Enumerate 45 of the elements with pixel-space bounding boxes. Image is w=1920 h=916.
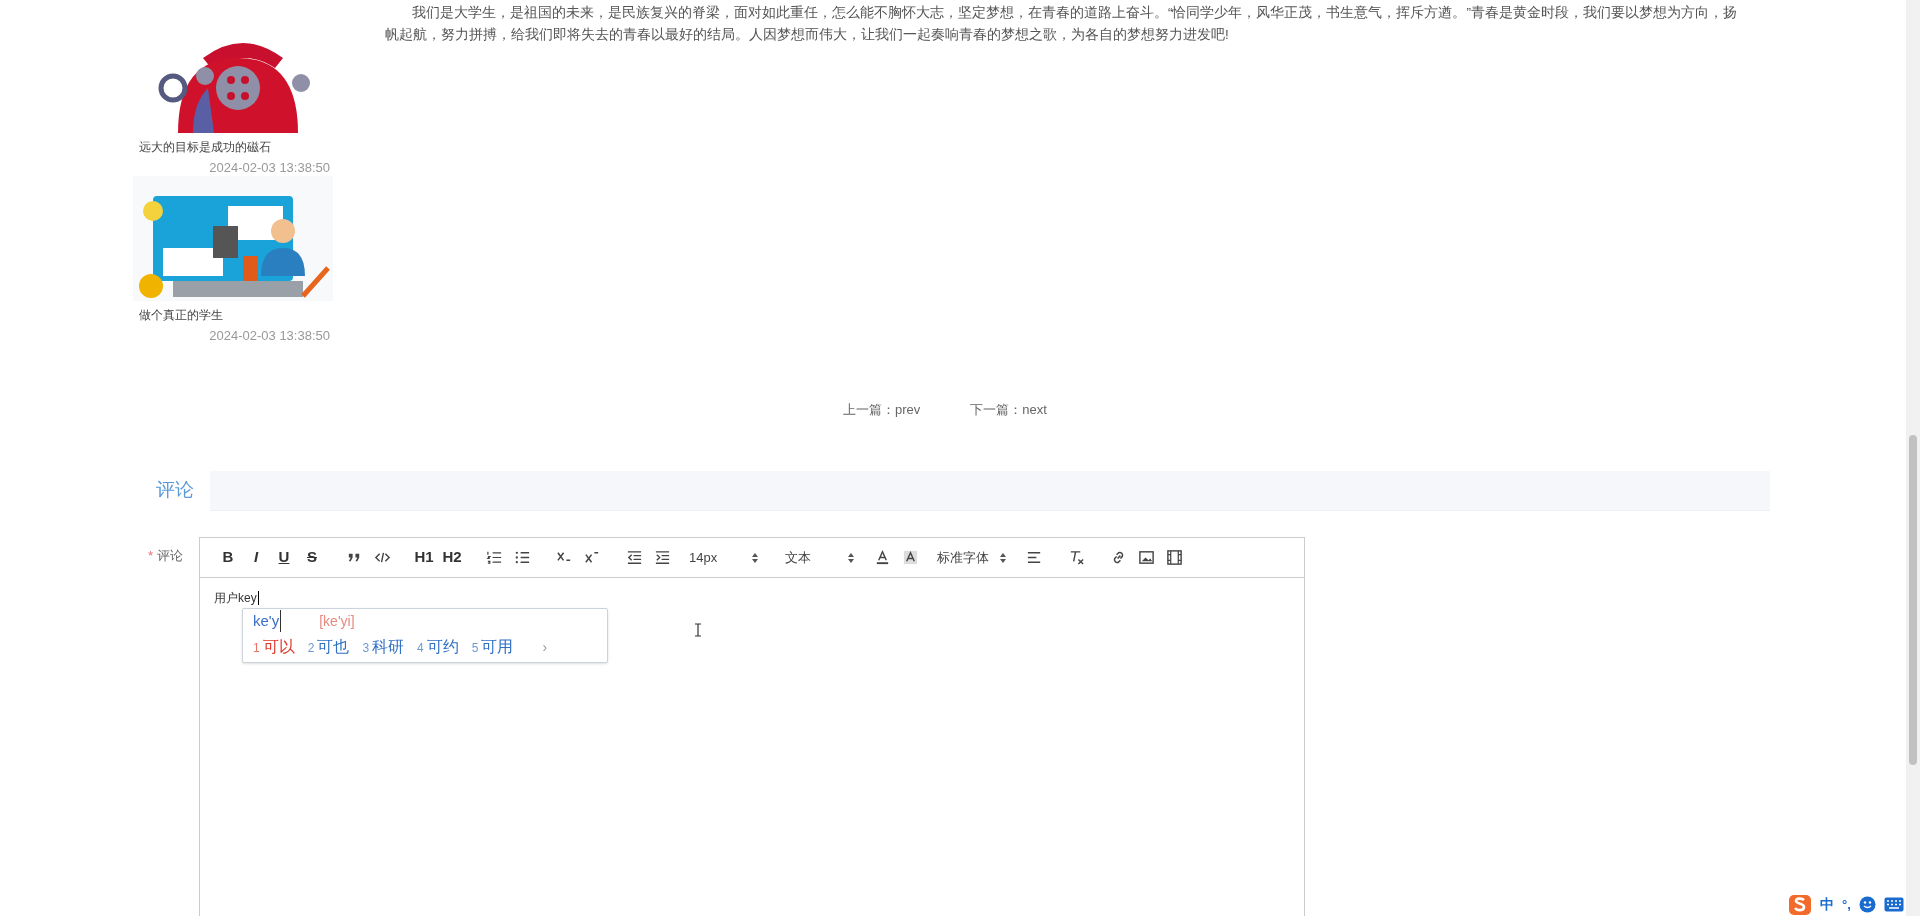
dropdown-icon <box>999 551 1007 564</box>
dropdown-icon <box>847 551 855 564</box>
ime-candidate[interactable]: 2 可也 <box>307 635 350 659</box>
ime-pinyin-hint: [ke'yi] <box>319 611 355 631</box>
article-date: 2024-02-03 13:38:50 <box>209 327 331 345</box>
ime-mode[interactable]: 中 <box>1820 894 1834 915</box>
heading-button[interactable]: H1 <box>410 545 438 570</box>
strike-button[interactable]: S <box>298 545 326 570</box>
video-icon <box>1165 549 1183 566</box>
dropdown-icon <box>751 551 759 564</box>
ime-candidate[interactable]: 3 科研 <box>362 635 405 659</box>
editor-text: 用户key <box>214 591 259 605</box>
image-icon <box>1137 549 1155 566</box>
underline-button[interactable]: U <box>270 545 298 570</box>
format-select[interactable]: 文本 <box>775 547 865 568</box>
text-cursor-icon <box>694 623 702 637</box>
field-label: 评论 <box>157 547 184 565</box>
background-color-icon <box>901 549 919 566</box>
ime-candidate[interactable]: 1 可以 <box>253 635 295 659</box>
superscript-icon <box>583 549 601 566</box>
ime-candidate[interactable]: 4 可约 <box>417 635 459 659</box>
outdent-icon <box>625 549 643 566</box>
article-title[interactable]: 做个真正的学生 <box>133 305 333 325</box>
next-link[interactable]: 下一篇：next <box>970 400 1047 420</box>
ime-candidate[interactable]: 5 可用 <box>471 635 514 659</box>
article-paragraph: 我们是大学生，是祖国的未来，是民族复兴的脊梁，面对如此重任，怎么能不胸怀大志，坚定梦想，在青春的道路上奋斗。“恰同学少年，风华正茂，书生意气，挥斥方遒。”青春是黄金时段，我们要以梦想为方向，扬帆起航，努力拼搏，给我们即将失去的青春以最好的结局。人因梦想而伟大，让我们一起奏响青春的梦想之歌，为各自的梦想努力进发吧! <box>385 4 1737 44</box>
ime-composition: ke'y <box>253 609 282 633</box>
keyboard-icon[interactable] <box>1883 897 1904 912</box>
bullet-list-icon <box>513 549 531 566</box>
italic-button[interactable]: I <box>242 545 270 570</box>
heading-button[interactable]: H2 <box>438 545 466 570</box>
indent-icon <box>653 549 671 566</box>
align-icon <box>1025 549 1043 566</box>
smiley-icon[interactable] <box>1858 896 1876 913</box>
ime-punctuation[interactable]: °, <box>1842 894 1851 915</box>
prev-link[interactable]: 上一篇：prev <box>843 400 921 420</box>
ordered-list-icon <box>485 549 503 566</box>
bold-button[interactable]: B <box>214 545 242 570</box>
format-select[interactable]: 14px <box>679 547 769 568</box>
format-select[interactable]: 标准字体 <box>927 547 1017 568</box>
required-mark: * <box>148 547 154 565</box>
article-date: 2024-02-03 13:38:50 <box>209 159 331 177</box>
article-title[interactable]: 远大的目标是成功的磁石 <box>133 137 333 157</box>
scrollbar-thumb[interactable] <box>1909 435 1917 765</box>
ime-logo-icon[interactable] <box>1788 893 1812 916</box>
